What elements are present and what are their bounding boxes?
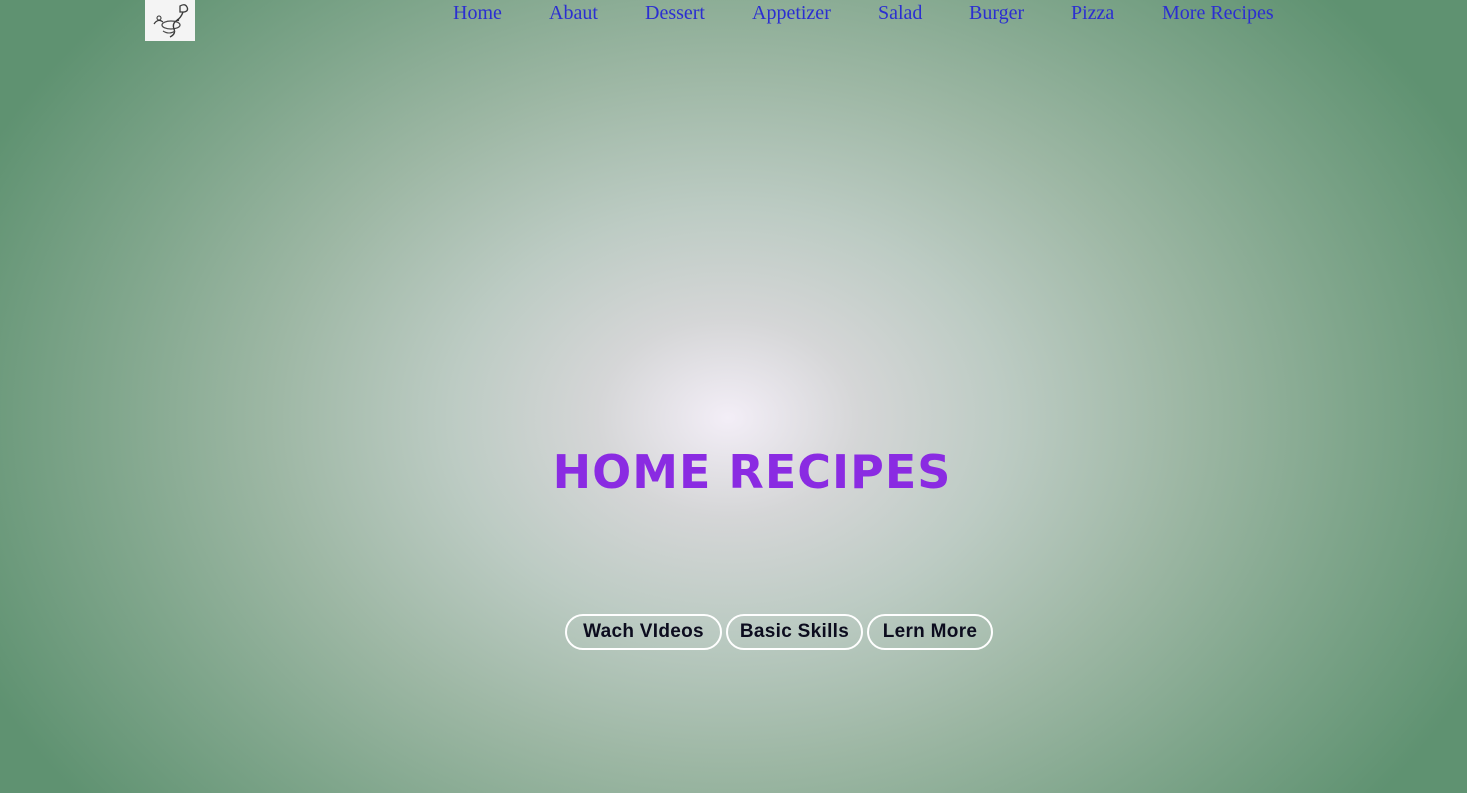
watch-videos-button[interactable]: Wach VIdeos — [565, 614, 722, 650]
nav-pizza[interactable]: Pizza — [1071, 1, 1114, 25]
nav-about[interactable]: Abaut — [549, 1, 598, 25]
nav-more-recipes[interactable]: More Recipes — [1162, 1, 1274, 25]
hero-title: HOME RECIPES — [552, 445, 952, 499]
learn-more-button[interactable]: Lern More — [867, 614, 993, 650]
nav-salad[interactable]: Salad — [878, 1, 922, 25]
nav-appetizer[interactable]: Appetizer — [752, 1, 831, 25]
nav-home[interactable]: Home — [453, 1, 502, 25]
basic-skills-button[interactable]: Basic Skills — [726, 614, 863, 650]
main-nav: Home Abaut Dessert Appetizer Salad Burge… — [0, 0, 1467, 28]
nav-burger[interactable]: Burger — [969, 1, 1024, 25]
nav-dessert[interactable]: Dessert — [645, 1, 705, 25]
